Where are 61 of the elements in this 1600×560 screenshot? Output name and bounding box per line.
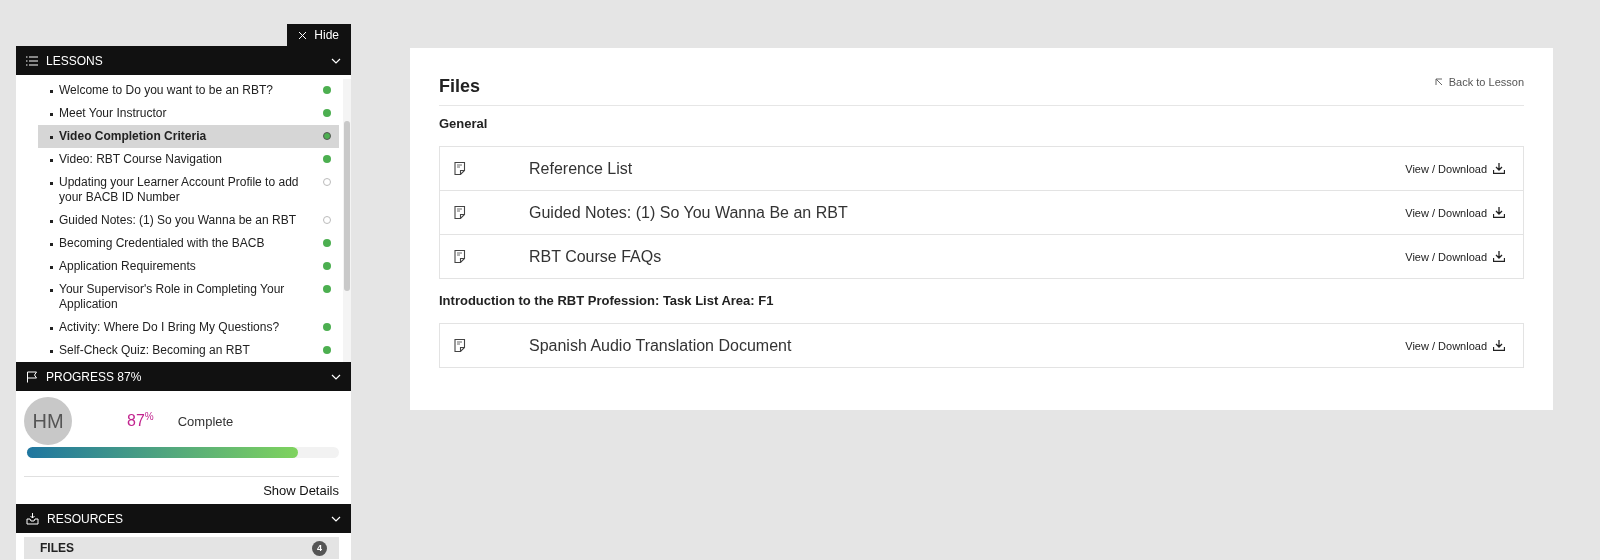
lesson-item[interactable]: Updating your Learner Account Profile to add your BACB ID Number xyxy=(38,171,339,209)
group-title: General xyxy=(439,115,489,133)
pdf-file-icon xyxy=(454,250,466,263)
chevron-icon[interactable] xyxy=(331,373,341,380)
close-icon xyxy=(299,31,307,39)
bullet-icon xyxy=(50,243,53,246)
download-button[interactable]: View / Download xyxy=(1405,162,1505,175)
lesson-item[interactable]: Becoming Credentialed with the BACB xyxy=(38,232,339,255)
bullet-icon xyxy=(50,350,53,353)
progress-status: Complete xyxy=(177,413,234,429)
scrollbar[interactable] xyxy=(343,79,351,362)
lesson-item[interactable]: Your Supervisor's Role in Completing Your Application xyxy=(38,278,339,316)
lesson-item[interactable]: Application Requirements xyxy=(38,255,339,278)
group-title: Introduction to the RBT Profession: Task List Area: F1 xyxy=(439,292,775,310)
pdf-file-icon xyxy=(454,339,466,352)
file-name: RBT Course FAQs xyxy=(529,247,663,266)
chevron-icon[interactable] xyxy=(331,515,341,522)
bullet-icon xyxy=(50,220,53,223)
bullet-icon xyxy=(50,182,53,185)
download-icon xyxy=(1493,251,1505,262)
lesson-item[interactable]: Self-Check Quiz: Becoming an RBT xyxy=(38,339,339,362)
file-name: Guided Notes: (1) So You Wanna Be an RBT xyxy=(529,203,849,222)
back-link[interactable]: Back to Lesson xyxy=(1434,75,1524,88)
file-name: Spanish Audio Translation Document xyxy=(529,336,793,355)
count-badge: 4 xyxy=(312,540,327,556)
panel-title: Files xyxy=(439,76,481,97)
lessons-header[interactable]: LESSONS xyxy=(16,46,351,75)
download-button[interactable]: View / Download xyxy=(1405,206,1505,219)
bullet-icon xyxy=(50,136,53,139)
progress-header[interactable]: PROGRESS 87% xyxy=(16,362,351,391)
show-details-link[interactable]: Show Details xyxy=(263,483,339,498)
bullet-icon xyxy=(50,159,53,162)
pdf-file-icon xyxy=(454,162,466,175)
bullet-icon xyxy=(50,113,53,116)
lesson-item[interactable]: Activity: Where Do I Bring My Questions? xyxy=(38,316,339,339)
bullet-icon xyxy=(50,327,53,330)
chevron-icon[interactable] xyxy=(331,57,341,64)
list-icon xyxy=(26,55,38,66)
progress-percent: 87$^{%}$ xyxy=(127,411,154,431)
download-icon xyxy=(1493,163,1505,174)
pdf-file-icon xyxy=(454,206,466,219)
bullet-icon xyxy=(50,266,53,269)
lesson-item[interactable]: Guided Notes: (1) So you Wanna be an RBT xyxy=(38,209,339,232)
file-name: Reference List xyxy=(529,159,634,178)
download-icon xyxy=(1493,207,1505,218)
bullet-icon xyxy=(50,289,53,292)
lesson-item[interactable]: Video Completion Criteria xyxy=(38,125,339,148)
download-button[interactable]: View / Download xyxy=(1405,339,1505,352)
hide-button[interactable]: Hide xyxy=(287,24,351,46)
resource-item[interactable]: FILES 4 xyxy=(24,537,339,559)
lesson-item[interactable]: Meet Your Instructor xyxy=(38,102,339,125)
download-button[interactable]: View / Download xyxy=(1405,250,1505,263)
bullet-icon xyxy=(50,90,53,93)
avatar: HM xyxy=(24,397,72,445)
download-icon xyxy=(1493,340,1505,351)
arrow-icon xyxy=(1434,77,1443,86)
inbox-icon xyxy=(26,512,39,525)
flag-icon xyxy=(26,370,38,383)
lesson-item[interactable]: Video: RBT Course Navigation xyxy=(38,148,339,171)
resources-header[interactable]: RESOURCES xyxy=(16,504,351,533)
lesson-item[interactable]: Welcome to Do you want to be an RBT? xyxy=(38,79,339,102)
